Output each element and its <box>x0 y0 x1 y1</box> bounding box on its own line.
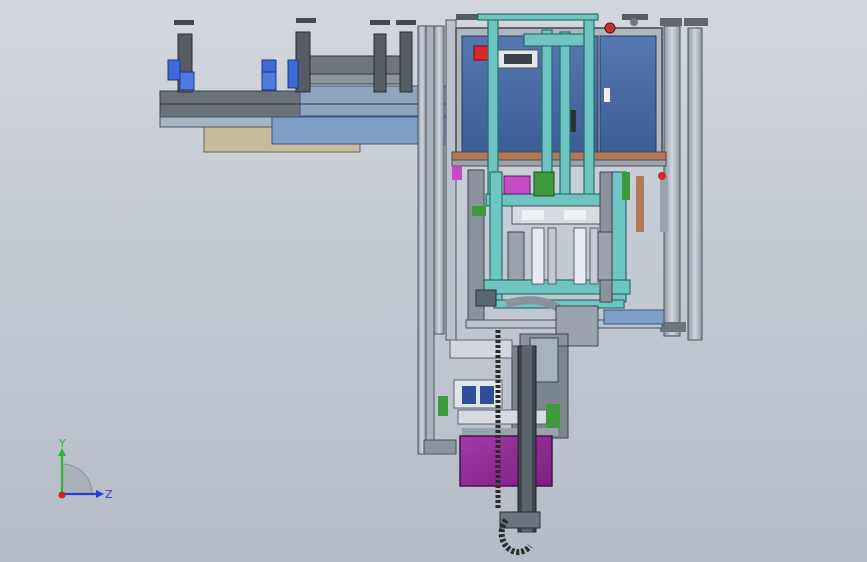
purple-enclosure <box>459 435 553 487</box>
triad-quadrant-shape <box>61 463 93 495</box>
feeder-arm-assembly <box>159 18 455 153</box>
x-axis-dot-icon <box>58 491 66 499</box>
vertical-rails <box>417 19 457 455</box>
z-axis-label: Z <box>105 488 113 501</box>
machine-assembly-model[interactable] <box>0 0 867 562</box>
y-axis-label: Y <box>58 438 66 450</box>
cad-3d-viewport[interactable]: Y Z <box>0 0 867 562</box>
z-axis-arrow-icon <box>96 490 104 498</box>
orientation-triad[interactable]: Y Z <box>48 438 118 508</box>
